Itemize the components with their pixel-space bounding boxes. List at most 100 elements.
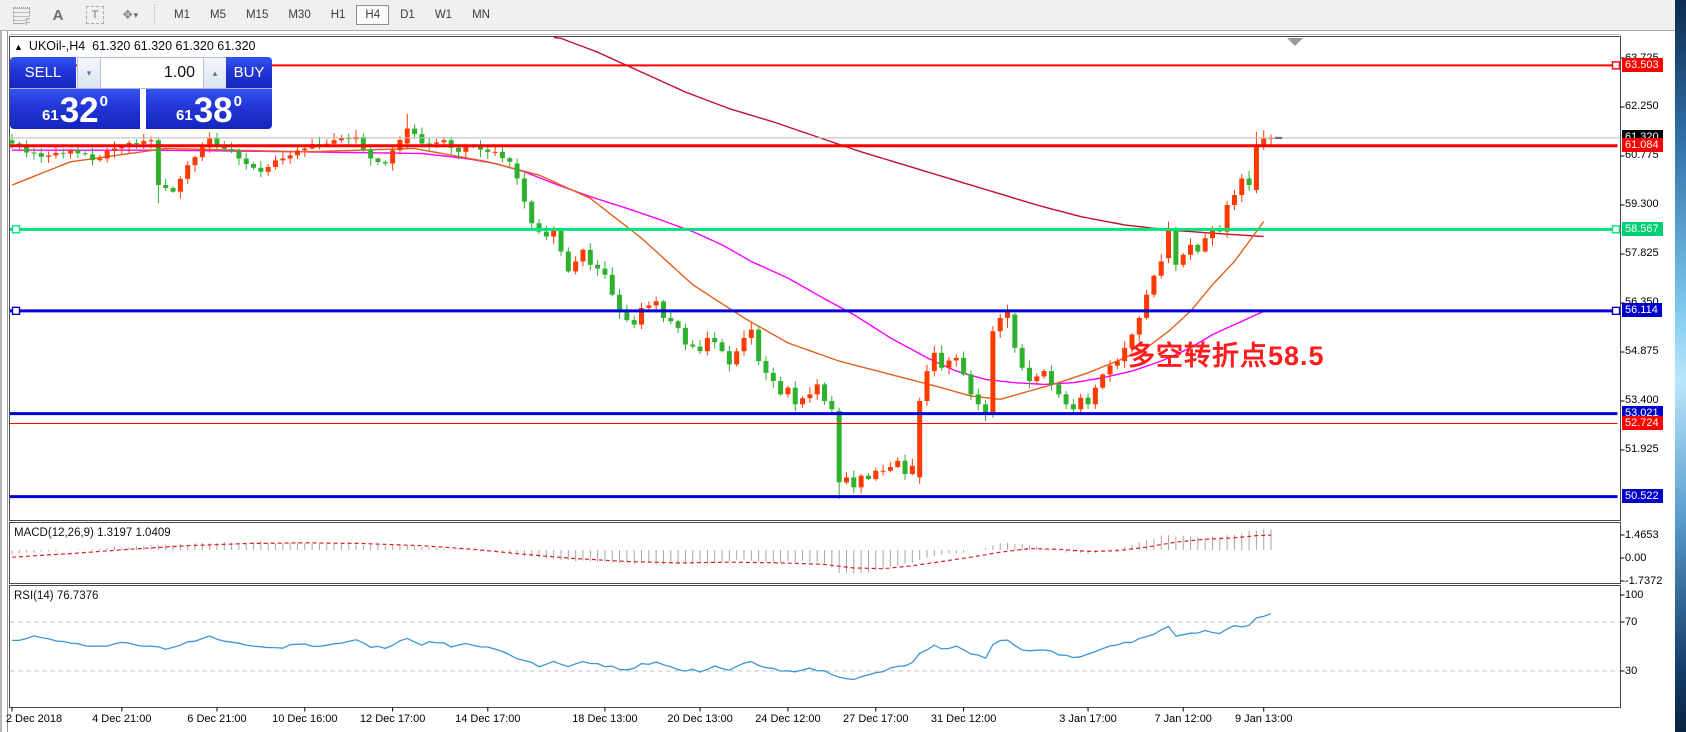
candle-body	[507, 158, 512, 162]
chart-annotation-text[interactable]: 多空转折点58.5	[1128, 334, 1325, 373]
candle-body	[1254, 145, 1259, 190]
candle-body	[134, 143, 139, 144]
hline-handle[interactable]	[1613, 307, 1620, 314]
candle-body	[493, 152, 498, 153]
candle-body	[690, 345, 695, 347]
buy-price-pips: 38	[194, 96, 233, 126]
collapse-triangle-icon[interactable]: ▲	[14, 42, 23, 52]
price-level-badge: 50.522	[1622, 489, 1663, 503]
candle-body	[903, 461, 908, 474]
right-edge-gradient-strip[interactable]	[1675, 0, 1686, 732]
volume-increase-button[interactable]: ▴	[203, 58, 226, 88]
price-level-badge: 61.084	[1622, 138, 1663, 152]
candle-body	[954, 358, 959, 361]
candle-body	[881, 471, 886, 472]
candle-body	[573, 261, 578, 271]
candle-body	[793, 388, 798, 405]
candle-body	[588, 250, 593, 265]
candle-body	[266, 167, 271, 172]
candle-body	[1042, 371, 1047, 376]
candle-body	[61, 153, 66, 154]
candle-body	[31, 153, 36, 154]
sell-price-tile[interactable]: 61 32 0	[10, 88, 140, 129]
candle-body	[1239, 178, 1244, 195]
price-tick-label: 57.825	[1625, 247, 1659, 259]
buy-button[interactable]: BUY	[226, 57, 272, 88]
candle-body	[800, 398, 805, 404]
sell-button[interactable]: SELL	[10, 57, 76, 88]
buy-price-tile[interactable]: 61 38 0	[146, 88, 272, 129]
candle-body	[1108, 366, 1113, 375]
candle-body	[361, 137, 366, 150]
candle-body	[1078, 398, 1083, 410]
candle-body	[288, 155, 293, 158]
price-tick-label: 59.300	[1625, 198, 1659, 210]
candle-body	[595, 265, 600, 269]
chart-shift-marker[interactable]	[1287, 38, 1303, 46]
rsi-axis-label: 100	[1625, 589, 1643, 601]
candle-body	[624, 311, 629, 320]
candle-body	[749, 330, 754, 338]
candle-body	[1100, 374, 1105, 387]
candle-body	[778, 381, 783, 394]
candle-body	[720, 342, 725, 351]
candle-body	[1071, 404, 1076, 409]
sell-price-pips: 32	[60, 96, 99, 126]
candle-body	[236, 151, 241, 159]
candle-body	[75, 150, 80, 153]
macd-indicator-label: MACD(12,26,9) 1.3197 1.0409	[14, 527, 171, 539]
candle-body	[1034, 376, 1039, 381]
candle-body	[193, 157, 198, 165]
candle-body	[1159, 261, 1164, 275]
candle-body	[910, 466, 915, 474]
candle-body	[1056, 384, 1061, 394]
candle-body	[742, 338, 747, 351]
candle-body	[383, 162, 388, 163]
hline-handle[interactable]	[1613, 226, 1620, 233]
candle-body	[376, 158, 381, 162]
date-tick-label: 12 Dec 17:00	[360, 713, 425, 725]
buy-price-point: 0	[234, 93, 242, 110]
date-tick-label: 20 Dec 13:00	[667, 713, 732, 725]
candle-body	[756, 330, 761, 362]
candle-body	[302, 149, 307, 151]
date-tick-label: 31 Dec 12:00	[931, 713, 996, 725]
mt4-terminal: { "toolbar": { "icons": [ {"name": "snap…	[0, 0, 1686, 732]
candle-body	[829, 401, 834, 409]
candle-body	[185, 165, 190, 179]
candle-body	[390, 150, 395, 163]
candle-body	[851, 477, 856, 487]
hline-handle[interactable]	[13, 226, 20, 233]
candle-body	[844, 477, 849, 482]
candle-body	[441, 140, 446, 142]
candle-body	[1020, 348, 1025, 368]
rsi-axis-label: 30	[1625, 665, 1637, 677]
price-level-badge: 56.114	[1622, 303, 1662, 317]
candle-body	[566, 252, 571, 272]
volume-input[interactable]: 1.00	[101, 58, 203, 88]
hline-handle[interactable]	[13, 307, 20, 314]
hline-handle[interactable]	[1613, 62, 1620, 69]
volume-control: ▾ 1.00 ▴	[77, 57, 227, 89]
candle-body	[295, 150, 300, 155]
date-tick-label: 3 Jan 17:00	[1059, 713, 1117, 725]
candle-body	[580, 250, 585, 262]
one-click-trading-panel: SELL ▾ 1.00 ▴ BUY 61 32 0 61 38 0	[10, 57, 272, 129]
candle-body	[1093, 388, 1098, 405]
price-tick-label: 53.400	[1625, 394, 1659, 406]
candle-body	[785, 388, 790, 395]
chart-title: ▲UKOil-,H4 61.320 61.320 61.320 61.320	[14, 39, 256, 53]
candle-body	[1225, 205, 1230, 232]
candle-body	[368, 150, 373, 159]
candle-body	[273, 160, 278, 167]
candle-body	[1115, 361, 1120, 365]
candle-body	[500, 152, 505, 158]
panel-frame-1	[10, 523, 1621, 584]
date-tick-label: 27 Dec 17:00	[843, 713, 908, 725]
volume-decrease-button[interactable]: ▾	[78, 58, 101, 88]
candle-body	[815, 384, 820, 394]
candle-body	[712, 338, 717, 342]
candle-body	[83, 153, 88, 154]
candle-body	[200, 147, 205, 157]
candle-body	[10, 140, 15, 143]
